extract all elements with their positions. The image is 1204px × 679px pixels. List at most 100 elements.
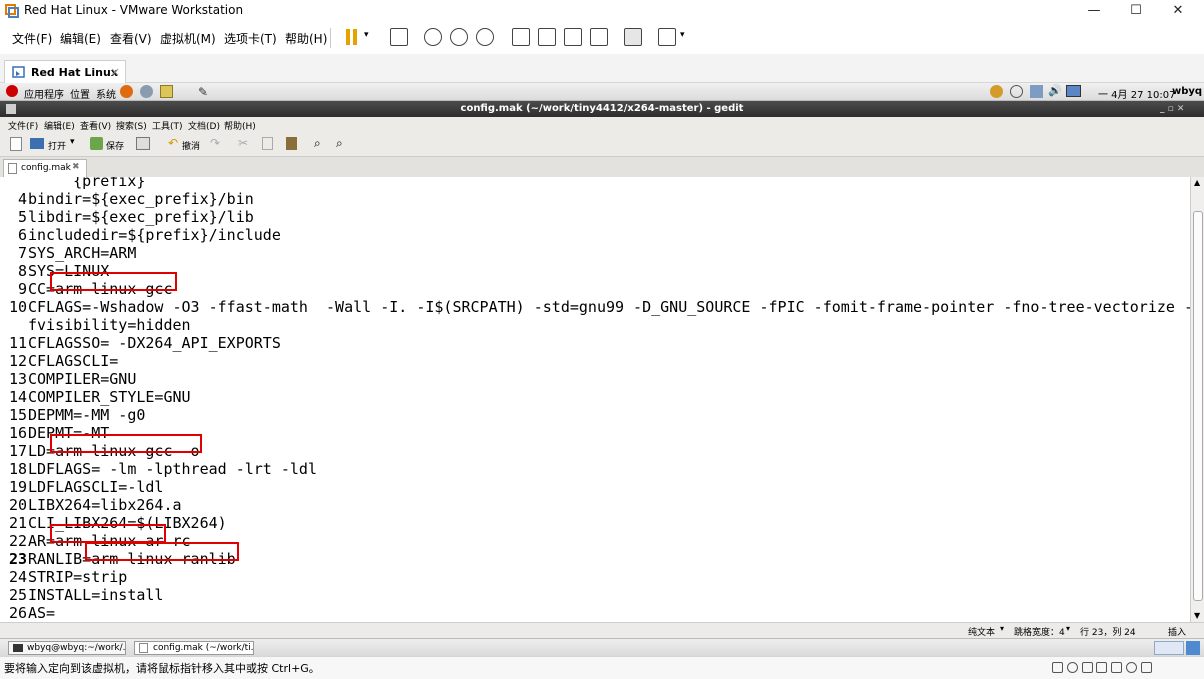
text-file-icon xyxy=(8,163,17,174)
panel-system[interactable]: 系统 xyxy=(96,86,116,101)
message-icon[interactable] xyxy=(1140,662,1152,673)
window-title: Red Hat Linux - VMware Workstation xyxy=(24,3,244,17)
find-replace-icon[interactable]: ⌕ xyxy=(336,136,343,151)
vmware-statusbar: 要将输入定向到该虚拟机，请将鼠标指针移入其中或按 Ctrl+G。 xyxy=(0,656,1204,679)
code-line: 20 LIBX264=libx264.a xyxy=(0,496,182,514)
update-icon[interactable] xyxy=(990,85,1003,98)
paste-icon[interactable] xyxy=(286,137,297,150)
display-icon[interactable] xyxy=(1066,85,1081,97)
print-icon[interactable] xyxy=(136,137,150,150)
minimize-button[interactable]: — xyxy=(1074,0,1114,22)
gedit-window-controls[interactable]: _ ▫ ✕ xyxy=(1160,101,1184,117)
gedit-title: config.mak (~/work/tiny4412/x264-master)… xyxy=(460,103,744,114)
panel-user[interactable]: wbyq xyxy=(1172,86,1202,97)
status-insert-mode: 插入 xyxy=(1168,628,1187,638)
gedit-menu-documents[interactable]: 文档(D) xyxy=(188,119,220,132)
chevron-down-icon[interactable]: ▾ xyxy=(680,30,685,40)
open-icon[interactable] xyxy=(30,138,44,149)
gedit-menu-edit[interactable]: 编辑(E) xyxy=(44,119,75,132)
console-view-icon[interactable] xyxy=(624,28,642,46)
copy-icon[interactable] xyxy=(262,137,273,150)
fullscreen-icon[interactable] xyxy=(564,28,582,46)
close-icon[interactable]: × xyxy=(110,65,120,79)
network-icon[interactable] xyxy=(1030,85,1043,98)
undo-icon[interactable]: ↶ xyxy=(168,136,178,150)
thumbnail-icon[interactable] xyxy=(538,28,556,46)
save-button-label[interactable]: 保存 xyxy=(106,139,124,152)
browser-icon[interactable] xyxy=(120,85,133,98)
text-editor[interactable]: {prefix} 4 bindir=${exec_prefix}/bin 5 libdi… xyxy=(0,177,1190,622)
workspace-switcher[interactable] xyxy=(1154,641,1184,655)
hard-disk-icon[interactable] xyxy=(1052,662,1063,673)
new-document-icon[interactable] xyxy=(10,137,22,151)
code-line: 19 LDFLAGSCLI=-ldl xyxy=(0,478,164,496)
gnome-bottom-panel: wbyq@wbyq:~/work/... config.mak (~/work/… xyxy=(0,638,1204,656)
usb-icon[interactable] xyxy=(1126,662,1138,673)
menu-help[interactable]: 帮助(H) xyxy=(285,30,327,47)
device-icons[interactable] xyxy=(1052,662,1152,676)
sound-icon[interactable] xyxy=(1111,662,1123,673)
line-text: LDFLAGSCLI=-ldl xyxy=(28,478,164,496)
chevron-down-icon[interactable]: ▾ xyxy=(1000,624,1004,633)
gedit-menu-view[interactable]: 查看(V) xyxy=(80,119,111,132)
panel-clock[interactable]: 一 4月 27 10:07 xyxy=(1098,86,1175,101)
panel-places[interactable]: 位置 xyxy=(70,86,90,101)
close-icon[interactable]: ✖ xyxy=(72,162,80,172)
scrollbar-thumb[interactable] xyxy=(1193,211,1203,601)
menu-view[interactable]: 查看(V) xyxy=(110,30,152,47)
gedit-menu-file[interactable]: 文件(F) xyxy=(8,119,38,132)
menu-file[interactable]: 文件(F) xyxy=(12,30,52,47)
scroll-down-icon[interactable]: ▼ xyxy=(1194,611,1200,620)
status-cursor-position: 行 23，列 24 xyxy=(1080,628,1136,638)
menu-tabs[interactable]: 选项卡(T) xyxy=(224,30,277,47)
scroll-up-icon[interactable]: ▲ xyxy=(1194,178,1200,187)
undo-button-label[interactable]: 撤消 xyxy=(182,139,200,152)
send-keys-icon[interactable] xyxy=(390,28,408,46)
document-tab-config-mak[interactable]: config.mak ✖ xyxy=(3,159,87,177)
screenshot-icon[interactable]: ✎ xyxy=(198,85,208,99)
stretch-icon[interactable] xyxy=(658,28,676,46)
unity-icon[interactable] xyxy=(590,28,608,46)
line-number: 24 xyxy=(8,568,27,586)
panel-applications[interactable]: 应用程序 xyxy=(24,86,64,101)
revert-snapshot-icon[interactable] xyxy=(450,28,468,46)
network-adapter-icon[interactable] xyxy=(1081,662,1093,673)
close-button[interactable]: ✕ xyxy=(1158,0,1198,22)
gedit-menu-tools[interactable]: 工具(T) xyxy=(152,119,183,132)
chevron-down-icon[interactable]: ▾ xyxy=(70,137,75,147)
gedit-menu-search[interactable]: 搜索(S) xyxy=(116,119,147,132)
power-icon[interactable] xyxy=(1010,85,1023,98)
menu-vm[interactable]: 虚拟机(M) xyxy=(160,30,216,47)
find-icon[interactable]: ⌕ xyxy=(314,136,321,151)
gedit-menu-help[interactable]: 帮助(H) xyxy=(224,119,256,132)
vertical-scrollbar[interactable]: ▲ ▼ xyxy=(1190,177,1204,622)
volume-icon[interactable]: 🔊 xyxy=(1048,84,1062,97)
line-number: 21 xyxy=(8,514,27,532)
snapshot-icon[interactable] xyxy=(424,28,442,46)
status-language[interactable]: 纯文本 xyxy=(968,625,995,638)
vm-tab-red-hat-linux[interactable]: Red Hat Linux × xyxy=(4,60,126,84)
open-button-label[interactable]: 打开 xyxy=(48,139,66,152)
note-icon[interactable] xyxy=(160,85,173,98)
code-line: 13 COMPILER=GNU xyxy=(0,370,136,388)
save-icon[interactable] xyxy=(90,137,103,150)
cut-icon[interactable]: ✂ xyxy=(238,136,248,150)
trash-icon[interactable] xyxy=(1186,641,1200,655)
menu-edit[interactable]: 编辑(E) xyxy=(60,30,101,47)
maximize-button[interactable]: ☐ xyxy=(1116,0,1156,22)
chevron-down-icon[interactable]: ▾ xyxy=(364,30,369,40)
taskbar-item-gedit[interactable]: config.mak (~/work/ti... xyxy=(134,641,254,655)
vm-tab-label: Red Hat Linux xyxy=(31,66,118,79)
chevron-down-icon[interactable]: ▾ xyxy=(1066,624,1070,633)
redo-icon[interactable]: ↷ xyxy=(210,136,220,150)
code-line: 7 SYS_ARCH=ARM xyxy=(0,244,136,262)
printer-icon[interactable] xyxy=(1096,662,1108,673)
taskbar-item-terminal[interactable]: wbyq@wbyq:~/work/... xyxy=(8,641,126,655)
show-library-icon[interactable] xyxy=(512,28,530,46)
status-tab-width[interactable]: 跳格宽度：4 xyxy=(1014,625,1065,638)
line-number: 7 xyxy=(17,244,27,262)
snapshot-manager-icon[interactable] xyxy=(476,28,494,46)
mail-icon[interactable] xyxy=(140,85,153,98)
cd-icon[interactable] xyxy=(1066,662,1078,673)
redhat-menu-icon xyxy=(6,85,18,97)
